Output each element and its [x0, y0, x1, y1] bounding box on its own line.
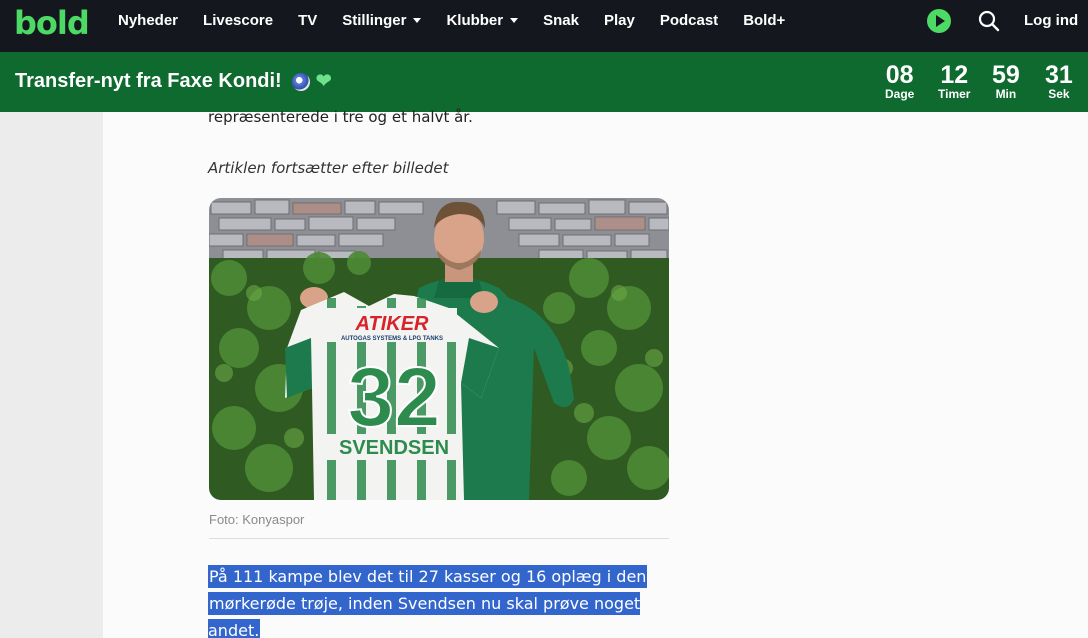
selected-text-line: mørkerøde trøje, inden Svendsen nu skal …: [208, 592, 641, 638]
nav-item-klubber[interactable]: Klubber: [446, 12, 519, 29]
transfer-banner[interactable]: Transfer-nyt fra Faxe Kondi! ❤: [0, 52, 1088, 112]
shirt-sponsor: ATIKER: [355, 313, 430, 335]
article-paragraph: repræsenterede i tre og et halvt år.: [208, 108, 473, 126]
shirt-number: 32: [347, 350, 440, 444]
login-button[interactable]: Log ind: [1024, 12, 1078, 29]
divider: [209, 538, 669, 539]
green-heart-icon: ❤: [315, 70, 332, 92]
countdown-days: 08 Dage: [885, 61, 915, 101]
banner-title: Transfer-nyt fra Faxe Kondi! ❤: [15, 70, 332, 92]
nav-item-podcast[interactable]: Podcast: [660, 12, 718, 29]
chevron-down-icon: [510, 17, 519, 23]
soccer-ball-icon: [291, 72, 310, 91]
nav-item-livescore[interactable]: Livescore: [203, 12, 273, 29]
article-photo[interactable]: ATIKER AUTOGAS SYSTEMS & LPG TANKS 32 SV…: [209, 198, 669, 500]
selected-text-line: På 111 kampe blev det til 27 kasser og 1…: [208, 565, 648, 588]
nav-item-stillinger[interactable]: Stillinger: [342, 12, 422, 29]
nav-item-snak[interactable]: Snak: [543, 12, 579, 29]
countdown-seconds: 31 Sek: [1045, 61, 1073, 101]
search-icon[interactable]: [978, 10, 1000, 32]
chevron-down-icon: [413, 17, 422, 23]
nav-item-play[interactable]: Play: [604, 12, 635, 29]
photo-caption: Foto: Konyaspor: [209, 512, 305, 527]
left-gutter: [0, 112, 103, 638]
main-menu: Nyheder Livescore TV Stillinger Klubber …: [118, 0, 810, 40]
bold-logo[interactable]: bold: [14, 5, 90, 41]
article-paragraph-selected[interactable]: På 111 kampe blev det til 27 kasser og 1…: [208, 563, 668, 638]
countdown-hours: 12 Timer: [938, 61, 971, 101]
countdown-minutes: 59 Min: [992, 61, 1020, 101]
play-icon[interactable]: [927, 9, 951, 33]
shirt-name: SVENDSEN: [339, 437, 449, 459]
article-continues-note: Artiklen fortsætter efter billedet: [208, 159, 449, 177]
nav-item-tv[interactable]: TV: [298, 12, 317, 29]
top-navigation: bold Nyheder Livescore TV Stillinger Klu…: [0, 0, 1088, 52]
shirt-sponsor-tagline: AUTOGAS SYSTEMS & LPG TANKS: [341, 336, 443, 342]
nav-item-nyheder[interactable]: Nyheder: [118, 12, 178, 29]
nav-item-bold-plus[interactable]: Bold+: [743, 12, 785, 29]
